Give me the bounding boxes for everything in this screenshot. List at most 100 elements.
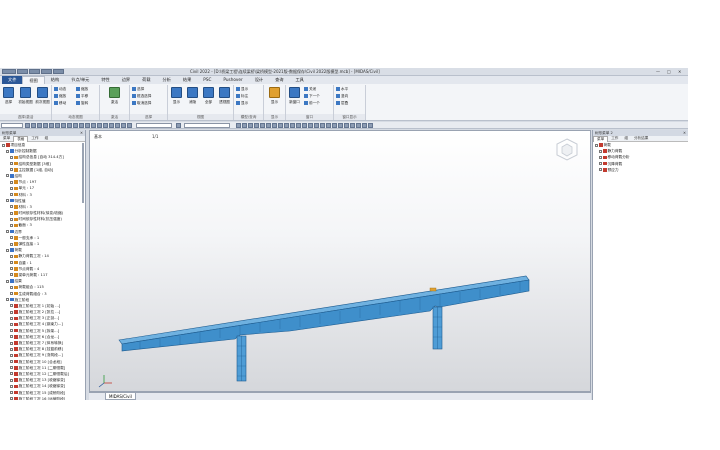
expand-toggle-icon[interactable] bbox=[6, 298, 9, 302]
display-small-button[interactable]: 显示 bbox=[236, 86, 248, 92]
expand-toggle-icon[interactable] bbox=[10, 384, 13, 388]
toolbar-icon[interactable] bbox=[97, 123, 102, 128]
expand-toggle-icon[interactable] bbox=[10, 347, 13, 351]
toolbar-icon[interactable] bbox=[368, 123, 373, 128]
toolbar-icon[interactable] bbox=[356, 123, 361, 128]
expand-toggle-icon[interactable] bbox=[6, 174, 9, 178]
initial-view-button[interactable]: 初始视图 bbox=[18, 87, 33, 104]
expand-toggle-icon[interactable] bbox=[10, 193, 13, 196]
toolbar-icon[interactable] bbox=[236, 123, 241, 128]
toolbar-icon[interactable] bbox=[55, 123, 60, 128]
expand-toggle-icon[interactable] bbox=[595, 143, 598, 147]
quick-access-icon[interactable] bbox=[41, 69, 52, 74]
previous-view-button[interactable]: 前次视图 bbox=[35, 87, 50, 104]
toolbar-icon[interactable] bbox=[91, 123, 96, 128]
toolbar-icon[interactable] bbox=[31, 123, 36, 128]
tab-pushover[interactable]: Pushover bbox=[217, 76, 248, 84]
toolbar-icon[interactable] bbox=[103, 123, 108, 128]
tab-work[interactable]: 工作 bbox=[28, 136, 41, 141]
tab-structure[interactable]: 结构 bbox=[45, 76, 65, 84]
expand-toggle-icon[interactable] bbox=[10, 285, 13, 289]
toolbar-icon[interactable] bbox=[85, 123, 90, 128]
toolbar-combo-3[interactable] bbox=[184, 123, 230, 128]
tab-psc[interactable]: PSC bbox=[197, 76, 217, 84]
expand-toggle-icon[interactable] bbox=[6, 230, 9, 234]
expand-toggle-icon[interactable] bbox=[6, 248, 9, 252]
expand-toggle-icon[interactable] bbox=[10, 372, 13, 376]
toolbar-icon[interactable] bbox=[260, 123, 265, 128]
toolbar-icon[interactable] bbox=[67, 123, 72, 128]
deselect-button[interactable]: 取消选择 bbox=[132, 100, 151, 106]
expand-toggle-icon[interactable] bbox=[10, 186, 13, 190]
toolbar-icon[interactable] bbox=[326, 123, 331, 128]
select-button[interactable]: 选择 bbox=[1, 87, 16, 104]
tree-item[interactable]: 施工阶段工况 16 [运营阶段] bbox=[0, 396, 85, 400]
display-button[interactable]: 显示 bbox=[169, 87, 184, 104]
expand-toggle-icon[interactable] bbox=[2, 143, 5, 147]
expand-toggle-icon[interactable] bbox=[10, 242, 13, 246]
app-menu-icon[interactable] bbox=[2, 69, 16, 74]
pan-button[interactable]: 平移 bbox=[76, 93, 88, 99]
select-small-button[interactable]: 选择 bbox=[132, 86, 144, 92]
hidden-line-button[interactable]: 消隐 bbox=[185, 87, 200, 104]
toolbar-icon[interactable] bbox=[109, 123, 114, 128]
expand-toggle-icon[interactable] bbox=[10, 211, 13, 215]
toolbar-icon[interactable] bbox=[242, 123, 247, 128]
rotate-button[interactable]: 旋转 bbox=[76, 100, 88, 106]
toolbar-combo-2[interactable] bbox=[136, 123, 172, 128]
expand-toggle-icon[interactable] bbox=[599, 149, 602, 153]
toolbar-icon[interactable] bbox=[350, 123, 355, 128]
expand-toggle-icon[interactable] bbox=[10, 378, 13, 382]
expand-toggle-icon[interactable] bbox=[10, 223, 13, 227]
label-button[interactable]: 标注 bbox=[236, 93, 248, 99]
model-viewport[interactable]: 基本 1/1 bbox=[89, 130, 591, 392]
new-window-button[interactable]: 新窗口 bbox=[287, 87, 302, 104]
dynamic-button[interactable]: 动态 bbox=[54, 86, 66, 92]
toolbar-icon[interactable] bbox=[254, 123, 259, 128]
tab-table[interactable]: 表格 bbox=[13, 135, 29, 142]
activate-button[interactable]: 激活 bbox=[107, 87, 122, 104]
expand-toggle-icon[interactable] bbox=[10, 236, 13, 240]
expand-toggle-icon[interactable] bbox=[599, 162, 602, 166]
toolbar-icon[interactable] bbox=[302, 123, 307, 128]
quick-access-icon[interactable] bbox=[17, 69, 28, 74]
toolbar-combo-1[interactable] bbox=[1, 123, 23, 128]
tab-design[interactable]: 设计 bbox=[249, 76, 269, 84]
toolbar-icon[interactable] bbox=[248, 123, 253, 128]
toolbar-icon[interactable] bbox=[296, 123, 301, 128]
expand-toggle-icon[interactable] bbox=[10, 267, 13, 271]
expand-toggle-icon[interactable] bbox=[10, 304, 13, 308]
expand-toggle-icon[interactable] bbox=[10, 310, 13, 314]
toolbar-icon[interactable] bbox=[25, 123, 30, 128]
toolbar-icon[interactable] bbox=[272, 123, 277, 128]
toolbar-icon[interactable] bbox=[338, 123, 343, 128]
expand-toggle-icon[interactable] bbox=[599, 168, 602, 172]
toolbar-icon[interactable] bbox=[43, 123, 48, 128]
expand-toggle-icon[interactable] bbox=[10, 180, 13, 184]
quick-access-icon[interactable] bbox=[29, 69, 40, 74]
tab-menu[interactable]: 菜单 bbox=[0, 136, 13, 141]
expand-toggle-icon[interactable] bbox=[10, 205, 13, 209]
toolbar-icon[interactable] bbox=[121, 123, 126, 128]
toolbar-icon[interactable] bbox=[115, 123, 120, 128]
tile-horizontal-button[interactable]: 水平 bbox=[336, 86, 348, 92]
toolbar-icon[interactable] bbox=[278, 123, 283, 128]
next-window-button[interactable]: 下一个 bbox=[304, 93, 320, 99]
expand-toggle-icon[interactable] bbox=[10, 391, 13, 394]
toolbar-icon[interactable] bbox=[176, 123, 181, 128]
expand-toggle-icon[interactable] bbox=[10, 155, 13, 159]
expand-toggle-icon[interactable] bbox=[6, 279, 9, 283]
expand-toggle-icon[interactable] bbox=[10, 322, 13, 326]
tab-analysis-results[interactable]: 分析结果 bbox=[631, 136, 651, 141]
toolbar-icon[interactable] bbox=[37, 123, 42, 128]
toolbar-icon[interactable] bbox=[49, 123, 54, 128]
tab-boundary[interactable]: 边界 bbox=[116, 76, 136, 84]
tree-scrollbar[interactable] bbox=[82, 143, 84, 203]
expand-toggle-icon[interactable] bbox=[10, 366, 13, 370]
expand-toggle-icon[interactable] bbox=[10, 316, 13, 320]
perspective-button[interactable]: 透视图 bbox=[217, 87, 232, 104]
tab-work[interactable]: 工作 bbox=[608, 136, 621, 141]
expand-toggle-icon[interactable] bbox=[10, 273, 13, 277]
expand-toggle-icon[interactable] bbox=[10, 360, 13, 364]
all-button[interactable]: 全部 bbox=[201, 87, 216, 104]
